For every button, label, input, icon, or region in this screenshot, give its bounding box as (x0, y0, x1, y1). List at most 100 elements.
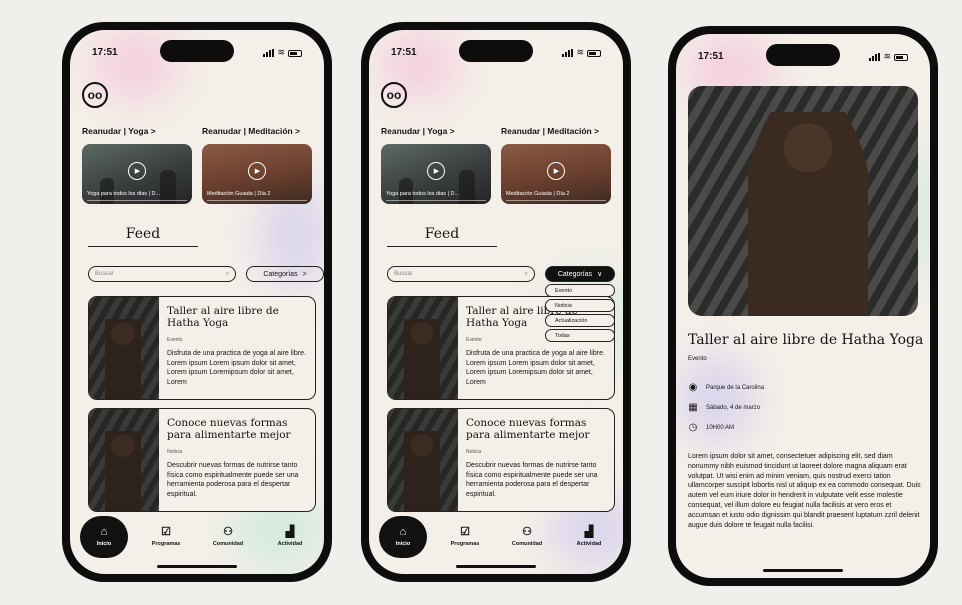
time-text: 10H00 AM (706, 424, 735, 431)
nav-community[interactable]: ⚇ Comunidad (204, 516, 252, 558)
progress-bar (87, 199, 187, 201)
nav-home[interactable]: ⌂ Inicio (80, 516, 128, 558)
home-indicator (456, 565, 536, 568)
home-icon: ⌂ (399, 526, 407, 538)
resume-meditation-link[interactable]: Reanudar | Meditación > (202, 126, 300, 136)
video-meditation[interactable]: ▶ Meditación Guiada | Día 2 (501, 144, 611, 204)
wifi-icon: ≋ (277, 46, 285, 57)
dynamic-island (459, 40, 533, 62)
card-tag: Noticia (466, 449, 482, 455)
battery-icon (288, 49, 302, 57)
clock-icon: ◷ (688, 422, 698, 433)
card-text: Disfruta de una practica de yoga al aire… (167, 350, 306, 386)
nav-home[interactable]: ⌂ Inicio (379, 516, 427, 558)
categories-button[interactable]: Categorías > (246, 266, 324, 282)
phone-home-dropdown: 17:51 ≋ oo Reanudar | Yoga > Reanudar | … (361, 22, 631, 582)
search-placeholder: Buscar (95, 271, 114, 277)
play-icon[interactable]: ▶ (427, 162, 445, 180)
nav-programs[interactable]: ☑ Programas (142, 516, 190, 558)
card-title: Conoce nuevas formas para alimentarte me… (466, 417, 590, 441)
progress-bar (506, 199, 606, 201)
search-input[interactable]: Buscar ⌕ (88, 266, 236, 282)
event-title: Taller al aire libre de Hatha Yoga (688, 332, 924, 348)
dropdown-option-actualizacion[interactable]: Actualización (545, 314, 615, 327)
status-time: 17:51 (391, 46, 417, 58)
signal-icon (869, 52, 881, 61)
chevron-down-icon: ∨ (597, 271, 603, 278)
feed-card-news[interactable]: Conoce nuevas formas para alimentarte me… (387, 408, 615, 512)
feed-card-news[interactable]: Conoce nuevas formas para alimentarte me… (88, 408, 316, 512)
programs-icon: ☑ (161, 526, 171, 538)
video-caption: Yoga para todos los dias | D... (386, 191, 460, 197)
status-icons: ≋ (263, 46, 302, 57)
app-logo[interactable]: oo (381, 82, 407, 108)
categories-button-open[interactable]: Categorías ∨ (545, 266, 615, 282)
event-date: ▦ Sábado, 4 de marzo (688, 402, 760, 413)
card-text: Descubrir nuevas formas de nutrirse tant… (466, 462, 598, 498)
dropdown-option-evento[interactable]: Evento (545, 284, 615, 297)
nav-activity[interactable]: ▟ Actividad (565, 516, 613, 558)
feed-card-event[interactable]: Taller al aire libre de Hatha Yoga Event… (88, 296, 316, 400)
feed-title: Feed (424, 226, 460, 242)
status-icons: ≋ (562, 46, 601, 57)
dynamic-island (766, 44, 840, 66)
wifi-icon: ≋ (883, 50, 891, 61)
event-tag: Evento (688, 356, 707, 362)
resume-yoga-link[interactable]: Reanudar | Yoga > (82, 126, 156, 136)
card-tag: Evento (466, 337, 482, 343)
card-image (89, 409, 159, 511)
categories-label: Categorías (557, 270, 593, 278)
battery-icon (587, 49, 601, 57)
date-text: Sábado, 4 de marzo (706, 404, 761, 411)
nav-programs[interactable]: ☑ Programas (441, 516, 489, 558)
play-icon[interactable]: ▶ (128, 162, 146, 180)
search-input[interactable]: Buscar ⌕ (387, 266, 535, 282)
event-description: Lorem ipsum dolor sit amet, consectetuer… (688, 453, 921, 529)
activity-icon: ▟ (285, 526, 295, 538)
video-caption: Yoga para todos los dias | D... (87, 191, 161, 197)
card-image (388, 409, 458, 511)
calendar-icon: ▦ (688, 402, 698, 413)
card-image (388, 297, 458, 399)
home-icon: ⌂ (100, 526, 108, 538)
buddha-statue (748, 112, 868, 316)
nav-label: Inicio (96, 541, 112, 547)
app-logo[interactable]: oo (82, 82, 108, 108)
search-placeholder: Buscar (394, 271, 413, 277)
nav-label: Actividad (277, 541, 303, 547)
dropdown-option-todas[interactable]: Todas (545, 329, 615, 342)
play-icon[interactable]: ▶ (248, 162, 266, 180)
event-hero-image (688, 86, 918, 316)
resume-meditation-link[interactable]: Reanudar | Meditación > (501, 126, 599, 136)
screen-home-dropdown: 17:51 ≋ oo Reanudar | Yoga > Reanudar | … (369, 30, 623, 574)
battery-icon (894, 53, 908, 61)
bottom-nav: ⌂ Inicio ☑ Programas ⚇ Comunidad ▟ Actividad (80, 516, 314, 558)
video-caption: Meditación Guiada | Día 2 (506, 191, 570, 197)
status-icons: ≋ (869, 50, 908, 61)
nav-community[interactable]: ⚇ Comunidad (503, 516, 551, 558)
home-indicator (157, 565, 237, 568)
search-icon[interactable]: ⌕ (525, 271, 528, 278)
progress-bar (386, 199, 486, 201)
phone-home: 17:51 ≋ oo Reanudar | Yoga > Reanudar | … (62, 22, 332, 582)
nav-activity[interactable]: ▟ Actividad (266, 516, 314, 558)
card-title: Conoce nuevas formas para alimentarte me… (167, 417, 291, 441)
card-title: Taller al aire libre de Hatha Yoga (167, 305, 279, 329)
nav-label: Programas (450, 541, 480, 547)
resume-yoga-link[interactable]: Reanudar | Yoga > (381, 126, 455, 136)
nav-label: Actividad (576, 541, 602, 547)
nav-label: Comunidad (212, 541, 244, 547)
video-yoga[interactable]: ▶ Yoga para todos los dias | D... (82, 144, 192, 204)
signal-icon (562, 48, 574, 57)
screen-home: 17:51 ≋ oo Reanudar | Yoga > Reanudar | … (70, 30, 324, 574)
nav-label: Programas (151, 541, 181, 547)
dropdown-option-noticia[interactable]: Noticia (545, 299, 615, 312)
nav-label: Inicio (395, 541, 411, 547)
video-yoga[interactable]: ▶ Yoga para todos los dias | D... (381, 144, 491, 204)
search-icon[interactable]: ⌕ (226, 271, 229, 278)
location-text: Parque de la Carolina (706, 384, 765, 391)
video-meditation[interactable]: ▶ Meditación Guiada | Día 2 (202, 144, 312, 204)
play-icon[interactable]: ▶ (547, 162, 565, 180)
wifi-icon: ≋ (576, 46, 584, 57)
event-location: ◉ Parque de la Carolina (688, 382, 764, 393)
